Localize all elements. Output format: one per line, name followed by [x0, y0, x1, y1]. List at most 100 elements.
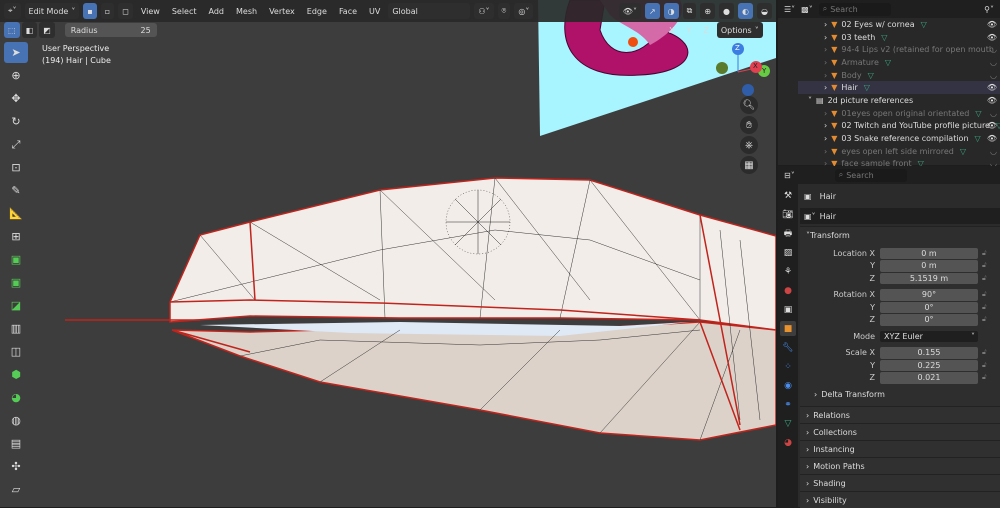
panel-instancing[interactable]: ›Instancing [800, 440, 1000, 457]
outliner-item[interactable]: ›▼03 Snake reference compilation▽👁︎ [798, 132, 1000, 145]
filter-icon[interactable]: ⚲˅ [984, 5, 994, 14]
vertex-select-button[interactable]: ▪ [83, 3, 96, 19]
eye-icon[interactable]: 👁︎ [987, 20, 997, 29]
world-tab-icon[interactable]: ● [780, 283, 796, 298]
location-z-field[interactable]: 5.1519 m [880, 273, 978, 285]
panel-shading[interactable]: ›Shading [800, 474, 1000, 491]
particles-tab-icon[interactable]: ⁘ [780, 359, 796, 374]
measure-tool-icon[interactable]: 📐 [4, 203, 28, 224]
wireframe-shading-icon[interactable]: ⊕ [700, 3, 715, 19]
annotate-tool-icon[interactable]: ✎ [4, 180, 28, 201]
pivot-icon[interactable]: ⚇˅ [474, 3, 493, 19]
tool-tab-icon[interactable]: ⚒ [780, 188, 796, 203]
solid-shading-icon[interactable]: ● [719, 3, 734, 19]
transform-panel-header[interactable]: ˅ Transform [800, 226, 1000, 243]
chevron-right-icon[interactable]: › [824, 58, 827, 67]
bevel-tool-icon[interactable]: ◪ [4, 295, 28, 316]
rotation-mode-dropdown[interactable]: XYZ Euler ˅ [880, 331, 978, 343]
panel-visibility[interactable]: ›Visibility [800, 491, 1000, 508]
material-tab-icon[interactable]: ◕ [780, 435, 796, 450]
lock-icon[interactable]: 🔓︎ [982, 274, 987, 283]
lock-icon[interactable]: 🔓︎ [982, 249, 987, 258]
rendered-shading-icon[interactable]: ◒ [757, 3, 772, 19]
3d-viewport[interactable]: ⌖˅ Edit Mode˅ ▪ ▫ ◻ View Select Add Mesh… [0, 0, 776, 507]
object-type-icon[interactable]: ▣˅ [804, 212, 816, 221]
eye-closed-icon[interactable]: ◡ [990, 45, 997, 54]
rotation-x-field[interactable]: 90° [880, 289, 978, 301]
cursor-tool-icon[interactable]: ⊕ [4, 65, 28, 86]
scale-y-field[interactable]: 0.225 [880, 360, 978, 372]
location-x-field[interactable]: 0 m [880, 248, 978, 260]
select-extend-icon[interactable]: ◧ [22, 22, 38, 38]
edge-slide-tool-icon[interactable]: ▤ [4, 433, 28, 454]
panel-collections[interactable]: ›Collections [800, 423, 1000, 440]
edge-select-button[interactable]: ▫ [101, 3, 114, 19]
knife-tool-icon[interactable]: ◫ [4, 341, 28, 362]
eye-icon[interactable]: 👁︎ [987, 134, 997, 143]
eye-icon[interactable]: 👁︎ [987, 96, 997, 105]
object-tab-icon[interactable]: ■ [780, 321, 796, 336]
lock-icon[interactable]: 🔓︎ [982, 315, 987, 324]
shear-tool-icon[interactable]: ▱ [4, 479, 28, 500]
chevron-right-icon[interactable]: › [824, 134, 827, 143]
outliner-item[interactable]: ›▼94-4 Lips v2 (retained for open mouth▽… [798, 43, 1000, 56]
eye-closed-icon[interactable]: ◡ [990, 58, 997, 67]
navigation-gizmo[interactable]: Z X Y 🔍︎ ✋︎ ⎈ ▦ [716, 22, 776, 202]
pan-hand-icon[interactable]: ✋︎ [740, 116, 758, 134]
outliner-item[interactable]: ›▼Body▽◡ [798, 69, 1000, 82]
proportional-icon[interactable]: ◎˅ [514, 3, 533, 19]
properties-search[interactable]: ⌕Search [835, 169, 907, 182]
chevron-down-icon[interactable]: ˅ [808, 96, 812, 105]
modifier-tab-icon[interactable]: 🔧︎ [780, 340, 796, 355]
scale-x-field[interactable]: 0.155 [880, 347, 978, 359]
outliner-search[interactable]: ⌕Search [819, 3, 891, 16]
radius-field[interactable]: Radius 25 [65, 23, 157, 37]
menu-edge[interactable]: Edge [303, 7, 331, 16]
eye-closed-icon[interactable]: ◡ [990, 147, 997, 156]
location-y-field[interactable]: 0 m [880, 260, 978, 272]
eye-icon[interactable]: 👁︎ [987, 33, 997, 42]
constraints-tab-icon[interactable]: ⚭ [780, 397, 796, 412]
menu-face[interactable]: Face [335, 7, 361, 16]
filter-view-icon[interactable]: ▩˅ [801, 5, 813, 14]
rotate-tool-icon[interactable]: ↻ [4, 111, 28, 132]
outliner-item[interactable]: ›▼02 Eyes w/ cornea▽👁︎ [798, 18, 1000, 31]
spin-tool-icon[interactable]: ◕ [4, 387, 28, 408]
lock-icon[interactable]: 🔓︎ [982, 361, 987, 370]
snap-icon[interactable]: ⌾ [498, 3, 511, 19]
smooth-tool-icon[interactable]: ◍ [4, 410, 28, 431]
rotation-z-field[interactable]: 0° [880, 314, 978, 326]
transform-tool-icon[interactable]: ⊡ [4, 157, 28, 178]
lock-icon[interactable]: 🔓︎ [982, 261, 987, 270]
panel-motion-paths[interactable]: ›Motion Paths [800, 457, 1000, 474]
eye-closed-icon[interactable]: ◡ [990, 71, 997, 80]
physics-tab-icon[interactable]: ◉ [780, 378, 796, 393]
eye-closed-icon[interactable]: ◡ [990, 109, 997, 118]
mirror-axis-y[interactable]: Y [682, 26, 695, 35]
menu-add[interactable]: Add [205, 7, 229, 16]
face-select-button[interactable]: ◻ [118, 3, 133, 19]
gizmo-toggle-icon[interactable]: ↗ [645, 3, 660, 19]
material-shading-icon[interactable]: ◐ [738, 3, 753, 19]
lock-icon[interactable]: 🔓︎ [982, 290, 987, 299]
eye-icon[interactable]: 👁︎ [987, 121, 997, 130]
outliner-item[interactable]: ›▼Hair▽👁︎ [798, 81, 1000, 94]
add-cube-tool-icon[interactable]: ⊞ [4, 226, 28, 247]
move-tool-icon[interactable]: ✥ [4, 88, 28, 109]
editor-type-button[interactable]: ⌖˅ [4, 3, 21, 19]
mirror-axis-z[interactable]: Z [699, 26, 712, 35]
chevron-right-icon[interactable]: › [824, 45, 827, 54]
poly-build-tool-icon[interactable]: ⬢ [4, 364, 28, 385]
outliner-item[interactable]: ›▼01eyes open original orientated▽◡ [798, 107, 1000, 120]
chevron-right-icon[interactable]: › [824, 109, 827, 118]
outliner-item[interactable]: ›▼eyes open left side mirrored▽◡ [798, 145, 1000, 158]
display-mode-icon[interactable]: ☰˅ [784, 5, 795, 14]
orientation-dropdown[interactable]: Global [388, 3, 470, 19]
outliner-item[interactable]: ›▼02 Twitch and YouTube profile picture▽… [798, 120, 1000, 133]
render-tab-icon[interactable]: 📷︎ [780, 207, 796, 222]
rotation-y-field[interactable]: 0° [880, 302, 978, 314]
menu-select[interactable]: Select [168, 7, 201, 16]
visibility-icon[interactable]: 👁˅ [619, 3, 641, 19]
lock-icon[interactable]: 🔓︎ [982, 373, 987, 382]
menu-view[interactable]: View [137, 7, 164, 16]
